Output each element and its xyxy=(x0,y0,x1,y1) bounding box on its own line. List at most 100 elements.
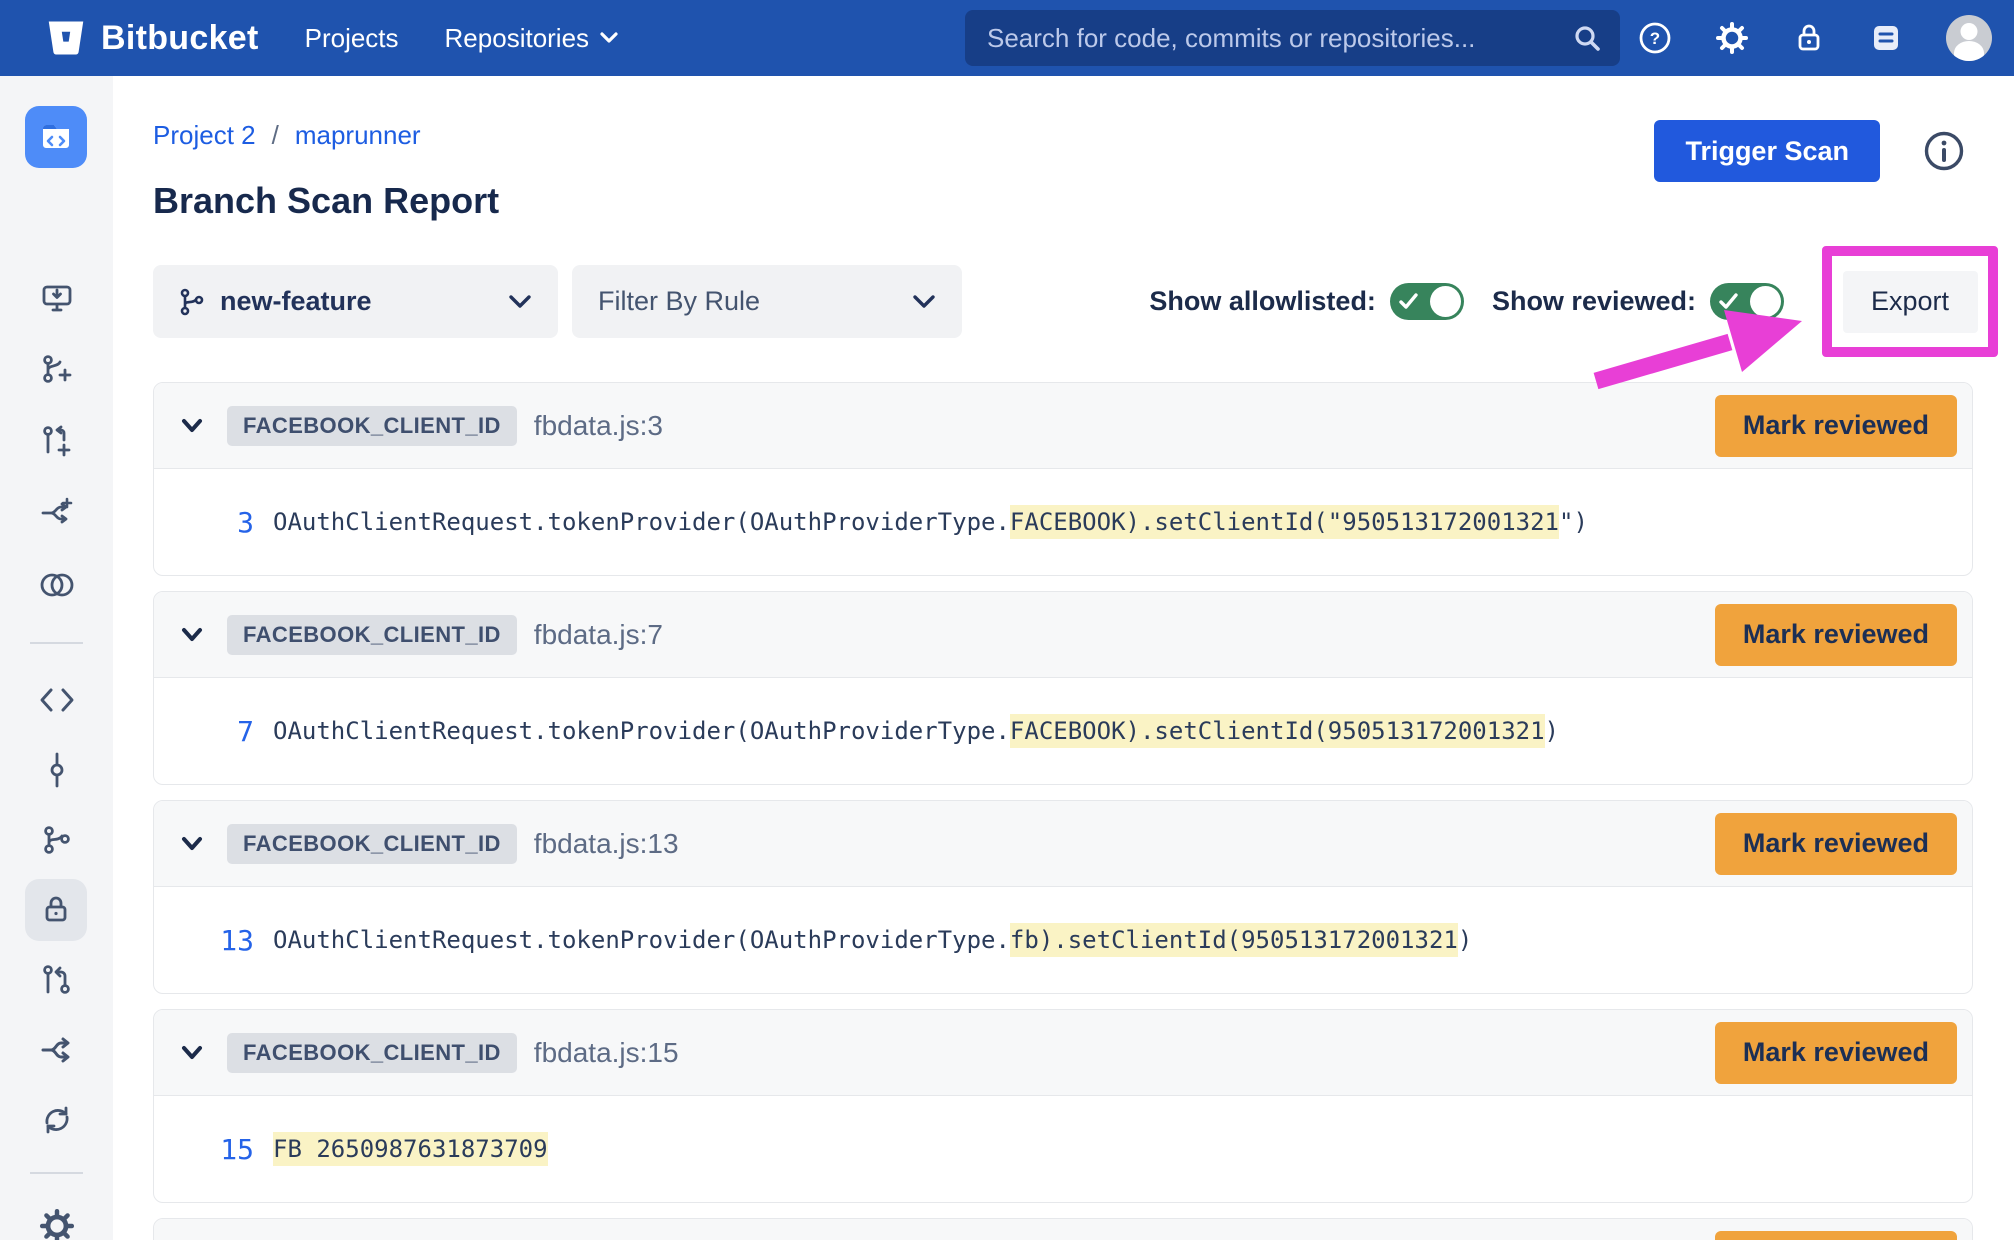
finding-location: fbdata.js:13 xyxy=(534,828,679,860)
breadcrumb-repo-link[interactable]: maprunner xyxy=(295,120,421,151)
findings-list: FACEBOOK_CLIENT_ID fbdata.js:3 Mark revi… xyxy=(153,382,1973,1240)
search-input[interactable] xyxy=(987,23,1572,54)
mark-reviewed-button[interactable]: Mark reviewed xyxy=(1715,813,1957,875)
create-branch-icon[interactable] xyxy=(39,351,75,387)
forks-icon[interactable] xyxy=(39,1032,75,1068)
rule-filter-value: Filter By Rule xyxy=(598,286,760,317)
bitbucket-bucket-icon xyxy=(45,17,87,59)
info-icon[interactable] xyxy=(1922,129,1966,173)
collapse-chevron-icon[interactable] xyxy=(181,418,203,434)
chevron-down-icon xyxy=(912,294,936,310)
breadcrumb-project-link[interactable]: Project 2 xyxy=(153,120,256,151)
finding-location: fbdata.js:3 xyxy=(534,410,663,442)
collapse-chevron-icon[interactable] xyxy=(181,627,203,643)
feedback-icon[interactable] xyxy=(1869,21,1903,55)
sidebar-divider xyxy=(30,642,83,644)
code-post: ) xyxy=(1545,717,1559,745)
trigger-scan-button[interactable]: Trigger Scan xyxy=(1654,120,1880,182)
code-line-number: 3 xyxy=(154,506,254,539)
finding-location: fbdata.js:15 xyxy=(534,1037,679,1069)
settings-gear-icon[interactable] xyxy=(39,1208,75,1240)
nav-item-repositories[interactable]: Repositories xyxy=(445,23,620,54)
mark-reviewed-button[interactable]: Mark reviewed xyxy=(1715,395,1957,457)
avatar-head xyxy=(1961,23,1978,40)
rule-badge: FACEBOOK_CLIENT_ID xyxy=(227,615,517,655)
nav-item-projects-label: Projects xyxy=(305,23,399,54)
show-reviewed-toggle[interactable] xyxy=(1710,283,1784,320)
finding-card-header: FACEBOOK_CLIENT_ID fbdata.js:7 Mark revi… xyxy=(154,592,1972,678)
code-highlight: FACEBOOK).setClientId(950513172001321 xyxy=(1010,714,1545,748)
rule-badge: FACEBOOK_CLIENT_ID xyxy=(227,824,517,864)
help-icon[interactable]: ? xyxy=(1638,21,1672,55)
finding-card-header: FACEBOOK_CLIENT_ID fbdata.js:13 Mark rev… xyxy=(154,801,1972,887)
pull-requests-icon[interactable] xyxy=(39,962,75,998)
breadcrumb-separator: / xyxy=(272,120,279,151)
code-pre: OAuthClientRequest.tokenProvider(OAuthPr… xyxy=(273,508,1010,536)
code-line: OAuthClientRequest.tokenProvider(OAuthPr… xyxy=(273,508,1588,536)
finding-code-row: 7 OAuthClientRequest.tokenProvider(OAuth… xyxy=(154,678,1972,784)
code-line-number: 7 xyxy=(154,715,254,748)
commits-icon[interactable] xyxy=(39,752,75,788)
code-line-number: 13 xyxy=(154,924,254,957)
create-fork-icon[interactable] xyxy=(39,495,75,531)
top-navbar: Bitbucket Projects Repositories ? xyxy=(0,0,2014,76)
chevron-down-icon xyxy=(508,294,532,310)
finding-code-row: 3 OAuthClientRequest.tokenProvider(OAuth… xyxy=(154,469,1972,575)
bitbucket-logo[interactable]: Bitbucket xyxy=(45,17,259,59)
code-line: FB 2650987631873709 xyxy=(273,1135,548,1163)
rule-filter-dropdown[interactable]: Filter By Rule xyxy=(572,265,962,338)
user-avatar[interactable] xyxy=(1946,15,1992,61)
nav-item-projects[interactable]: Projects xyxy=(305,23,399,54)
code-line-number: 15 xyxy=(154,1133,254,1166)
page-title: Branch Scan Report xyxy=(153,180,1973,226)
brand-name: Bitbucket xyxy=(101,19,259,58)
branch-icon xyxy=(179,287,205,317)
branches-icon[interactable] xyxy=(39,822,75,858)
repository-icon[interactable] xyxy=(25,106,87,168)
search-icon[interactable] xyxy=(1572,23,1602,53)
finding-card-header: FACEBOOK_CLIENT_ID fbdata.js:15 Mark rev… xyxy=(154,1010,1972,1096)
finding-card: FACEBOOK_CLIENT_ID fbdata.js:3 Mark revi… xyxy=(153,382,1973,576)
page-actions: Trigger Scan xyxy=(1654,120,1966,182)
finding-card-header: FACEBOOK_CLIENT_ID fbdata.js:3 Mark revi… xyxy=(154,383,1972,469)
security-scan-lock-icon[interactable] xyxy=(25,879,87,941)
export-button[interactable]: Export xyxy=(1843,271,1978,333)
clone-icon[interactable] xyxy=(39,281,75,317)
branch-selector-dropdown[interactable]: new-feature xyxy=(153,265,558,338)
mark-reviewed-button[interactable]: Mark reviewed xyxy=(1715,1231,1957,1240)
show-allowlisted-toggle[interactable] xyxy=(1390,283,1464,320)
collapse-chevron-icon[interactable] xyxy=(181,836,203,852)
code-post: ") xyxy=(1559,508,1588,536)
toggle-knob xyxy=(1430,286,1461,317)
show-reviewed-label: Show reviewed: xyxy=(1492,286,1696,317)
code-post: ) xyxy=(1458,926,1472,954)
chevron-down-icon xyxy=(599,31,619,45)
svg-text:?: ? xyxy=(1650,29,1660,48)
check-icon xyxy=(1719,293,1739,310)
compare-icon[interactable] xyxy=(39,567,75,603)
finding-code-row: 13 OAuthClientRequest.tokenProvider(OAut… xyxy=(154,887,1972,993)
collapse-chevron-icon[interactable] xyxy=(181,1045,203,1061)
main-content: Project 2 / maprunner Trigger Scan Branc… xyxy=(113,76,2014,1240)
navbar-menu: Projects Repositories xyxy=(305,23,619,54)
lock-icon[interactable] xyxy=(1792,21,1826,55)
code-line: OAuthClientRequest.tokenProvider(OAuthPr… xyxy=(273,717,1559,745)
nav-item-repositories-label: Repositories xyxy=(445,23,590,54)
export-annotation-box: Export xyxy=(1822,246,1998,357)
check-icon xyxy=(1399,293,1419,310)
sidebar-divider-bottom xyxy=(30,1172,83,1174)
navbar-actions: ? xyxy=(1638,0,1992,76)
code-highlight: FACEBOOK).setClientId("950513172001321 xyxy=(1010,505,1559,539)
mark-reviewed-button[interactable]: Mark reviewed xyxy=(1715,604,1957,666)
mark-reviewed-button[interactable]: Mark reviewed xyxy=(1715,1022,1957,1084)
code-pre: OAuthClientRequest.tokenProvider(OAuthPr… xyxy=(273,717,1010,745)
create-pull-request-icon[interactable] xyxy=(39,423,75,459)
global-search[interactable] xyxy=(965,10,1620,66)
left-sidebar xyxy=(0,76,113,1240)
toggles-and-export: Show allowlisted: Show reviewed: Export xyxy=(1149,246,1973,357)
gear-icon[interactable] xyxy=(1715,21,1749,55)
finding-code-row: 15 FB 2650987631873709 xyxy=(154,1096,1972,1202)
source-code-icon[interactable] xyxy=(39,682,75,718)
sync-icon[interactable] xyxy=(39,1102,75,1138)
code-highlight: FB 2650987631873709 xyxy=(273,1132,548,1166)
